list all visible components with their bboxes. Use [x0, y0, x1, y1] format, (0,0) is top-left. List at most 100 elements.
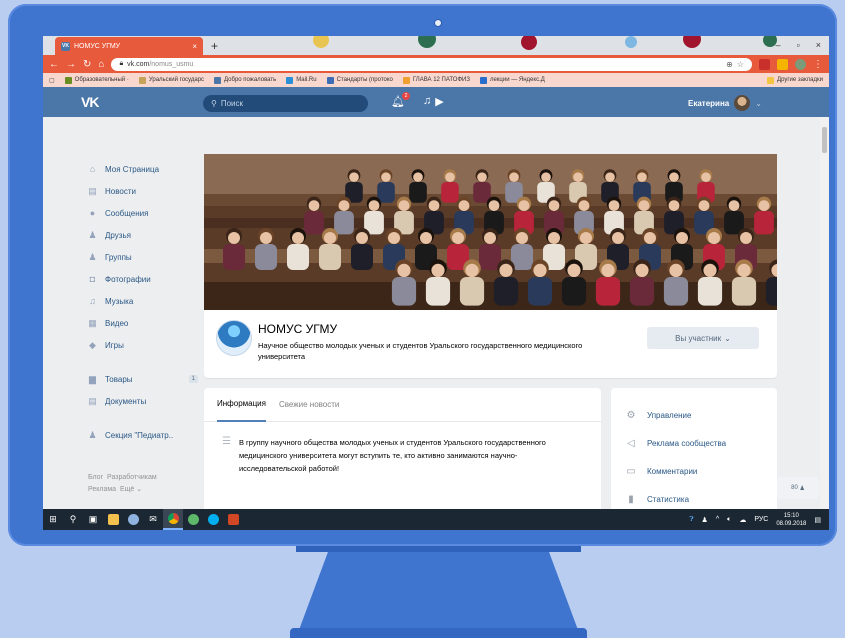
user-menu[interactable]: Екатерина ⌄: [688, 95, 762, 111]
tray-expand-icon[interactable]: ^: [716, 516, 719, 523]
bookmark-item[interactable]: лекции — Яндекс.Д: [479, 76, 545, 84]
admin-menu-item[interactable]: ▭ Комментарии: [611, 457, 777, 485]
member-status-button[interactable]: Вы участник ⌄: [647, 327, 759, 349]
group-info-card: НОМУС УГМУ Научное общество молодых учен…: [204, 310, 777, 378]
scrollbar-thumb[interactable]: [822, 127, 827, 153]
vk-favicon-icon: VK: [61, 41, 70, 51]
sidebar-item-label: Товары: [105, 374, 133, 384]
search-input[interactable]: ⚲ Поиск: [203, 95, 368, 112]
sidebar-item[interactable]: ▤ Документы: [88, 390, 198, 412]
chrome-icon[interactable]: [163, 509, 183, 530]
sidebar-item[interactable]: ▆ Товары 1: [88, 368, 198, 390]
url-host: vk.com: [127, 60, 150, 68]
sidebar-item[interactable]: ♟ Секция "Педиатр..: [88, 424, 198, 446]
app-icon[interactable]: [183, 509, 203, 530]
lock-icon: 🔒︎: [119, 60, 124, 67]
group-avatar[interactable]: [216, 320, 252, 356]
chevron-down-icon: ⌄: [724, 333, 731, 343]
webcam-icon: [434, 19, 442, 27]
sidebar-item-label: Группы: [105, 252, 132, 262]
tab-close-icon[interactable]: ×: [192, 42, 197, 51]
bookmark-item[interactable]: ГЛАВА 12 ПАТОФИЗ: [402, 76, 470, 84]
footer-link-more[interactable]: Ещё ⌄: [120, 486, 142, 493]
admin-menu-item[interactable]: ◁ Реклама сообщества: [611, 429, 777, 457]
file-explorer-icon[interactable]: [103, 509, 123, 530]
people-icon[interactable]: ♟: [702, 516, 708, 524]
task-view-icon[interactable]: ▣: [83, 509, 103, 530]
address-bar[interactable]: 🔒︎ vk.com/nomus_usmu ⊕ ☆: [111, 57, 752, 71]
zoom-icon[interactable]: ⊕: [726, 60, 733, 69]
sidebar-item-label: Видео: [105, 318, 129, 328]
sidebar-item[interactable]: ◆ Игры: [88, 334, 198, 356]
volume-icon[interactable]: 🔈︎: [727, 516, 731, 524]
sidebar-item[interactable]: ▤ Новости: [88, 180, 198, 202]
bookmark-item[interactable]: Mail.Ru: [286, 76, 317, 84]
goods-icon: ▆: [89, 373, 96, 384]
music-note-icon[interactable]: ♫: [423, 95, 431, 108]
reload-icon[interactable]: ↻: [83, 59, 91, 70]
browser-tab-bar: VK НОМУС УГМУ × + – ▫ ×: [43, 36, 829, 55]
sidebar-item-label: Игры: [105, 340, 124, 350]
powerpoint-icon[interactable]: [223, 509, 243, 530]
profile-icon[interactable]: [795, 58, 806, 70]
bookmark-item[interactable]: Добро пожаловать: [214, 76, 276, 84]
sidebar-item[interactable]: ♟ Группы: [88, 246, 198, 268]
bookmark-star-icon[interactable]: ☆: [737, 60, 744, 69]
avatar: [734, 95, 751, 111]
forward-arrow-icon[interactable]: →: [66, 59, 76, 70]
maximize-button[interactable]: ▫: [797, 40, 800, 50]
documents-icon: ▤: [88, 395, 97, 406]
member-count-badge[interactable]: 80 ♟: [777, 477, 819, 499]
clock-time: 15:10: [783, 512, 799, 519]
sidebar-item[interactable]: ♫ Музыка: [88, 290, 198, 312]
browser-tab-active[interactable]: VK НОМУС УГМУ ×: [55, 37, 203, 55]
language-indicator[interactable]: РУС: [754, 516, 768, 523]
network-icon[interactable]: ☁: [739, 516, 746, 524]
minimize-button[interactable]: –: [776, 40, 781, 50]
play-icon[interactable]: ▶: [435, 95, 443, 108]
home-icon: ⌂: [89, 163, 96, 174]
bookmark-item[interactable]: Образовательный ·: [64, 76, 129, 84]
search-icon[interactable]: ⚲: [63, 509, 83, 530]
sidebar-item[interactable]: ⌂ Моя Страница: [88, 158, 198, 180]
tab-latest-news[interactable]: Свежие новости: [279, 400, 339, 409]
clock[interactable]: 15:10 08.09.2018: [776, 512, 806, 528]
menu-icon[interactable]: ⋮: [813, 59, 823, 70]
notifications-center-icon[interactable]: ▤: [814, 516, 821, 524]
other-bookmarks[interactable]: Другие закладки: [767, 76, 823, 84]
tab-information[interactable]: Информация: [217, 388, 266, 422]
new-tab-button[interactable]: +: [211, 39, 218, 53]
extension-icon[interactable]: [777, 58, 788, 70]
back-arrow-icon[interactable]: ←: [49, 59, 59, 70]
footer-link-blog[interactable]: Блог: [88, 474, 103, 481]
skype-icon[interactable]: [203, 509, 223, 530]
home-button-icon[interactable]: ⌂: [98, 59, 104, 70]
admin-menu-item[interactable]: ⚙ Управление: [611, 401, 777, 429]
sidebar-item[interactable]: ◘ Фотографии: [88, 268, 198, 290]
admin-menu-label: Статистика: [647, 494, 690, 504]
sidebar-item[interactable]: ▦ Видео: [88, 312, 198, 334]
bookmark-item[interactable]: Уральский государс: [138, 76, 204, 84]
bookmark-item[interactable]: Стандарты (протоко: [326, 76, 393, 84]
video-icon: ▦: [88, 317, 97, 328]
search-placeholder: Поиск: [220, 99, 244, 108]
footer-link-developers[interactable]: Разработчикам: [107, 474, 157, 481]
monitor-base: [290, 628, 587, 638]
vk-logo[interactable]: VK: [81, 94, 99, 110]
sidebar-item-label: Моя Страница: [105, 164, 160, 174]
close-window-button[interactable]: ×: [816, 40, 821, 50]
paint-icon[interactable]: [123, 509, 143, 530]
sidebar-item-label: Сообщения: [105, 208, 149, 218]
music-icon: ♫: [89, 295, 96, 306]
notifications-bell-icon[interactable]: 🔔︎ 2: [391, 92, 410, 108]
footer-link-ads[interactable]: Реклама: [88, 486, 116, 493]
mail-icon[interactable]: ✉: [143, 509, 163, 530]
sidebar-item[interactable]: ♟ Друзья: [88, 224, 198, 246]
sidebar-item[interactable]: ● Сообщения: [88, 202, 198, 224]
screen: VK НОМУС УГМУ × + – ▫ × ← → ↻ ⌂ 🔒︎ vk.co…: [43, 36, 829, 530]
help-icon[interactable]: ❓︎: [689, 516, 693, 524]
windows-start-icon[interactable]: ⊞: [43, 509, 63, 530]
apps-icon[interactable]: ▢: [49, 77, 55, 84]
extension-icon[interactable]: [759, 58, 770, 70]
scrollbar[interactable]: [820, 117, 829, 509]
